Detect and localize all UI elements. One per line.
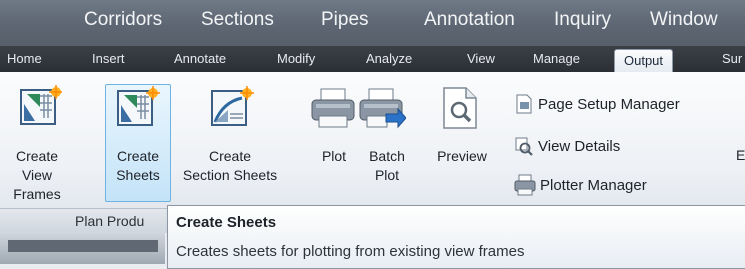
create-section-sheets-line2: Section Sheets [182, 167, 278, 183]
ribbon-tab-bar: Home Insert Annotate Modify Analyze View… [0, 46, 745, 72]
menu-sections[interactable]: Sections [201, 9, 274, 31]
drawing-area-bar [8, 240, 158, 252]
menu-bar: Corridors Sections Pipes Annotation Inqu… [0, 0, 745, 46]
page-setup-icon [514, 94, 534, 114]
plotter-manager-icon [514, 174, 536, 196]
create-view-frames-icon[interactable] [18, 84, 63, 128]
cut-off-button-label[interactable]: E [736, 147, 745, 163]
tooltip-title: Create Sheets [176, 214, 277, 231]
create-section-sheets-icon[interactable] [208, 84, 254, 130]
menu-annotation[interactable]: Annotation [424, 9, 515, 31]
create-sheets-line1: Create [116, 148, 160, 164]
create-view-frames-line1: Create View [15, 148, 59, 183]
tab-view[interactable]: View [467, 51, 495, 66]
tab-analyze[interactable]: Analyze [366, 51, 412, 66]
create-view-frames-line2: Frames [13, 186, 61, 202]
panel-label-plan-production[interactable]: Plan Produ [75, 213, 144, 229]
menu-pipes[interactable]: Pipes [321, 9, 369, 31]
tooltip: Create Sheets Creates sheets for plottin… [167, 205, 745, 269]
batch-plot-label[interactable]: Batch Plot [362, 147, 412, 185]
menu-window[interactable]: Window [650, 9, 718, 31]
create-sheets-icon [114, 84, 160, 130]
create-view-frames-label[interactable]: Create View Frames [0, 147, 74, 204]
tab-modify[interactable]: Modify [277, 51, 315, 66]
batch-plot-icon[interactable] [358, 86, 407, 130]
view-details-button[interactable]: View Details [538, 138, 620, 155]
plotter-manager-button[interactable]: Plotter Manager [540, 177, 647, 194]
batch-plot-line2: Plot [374, 167, 400, 183]
batch-plot-line1: Batch [369, 148, 405, 164]
plot-label[interactable]: Plot [312, 147, 356, 166]
tab-insert[interactable]: Insert [92, 51, 125, 66]
preview-icon[interactable] [440, 86, 480, 130]
create-section-sheets-label[interactable]: Create Section Sheets [172, 147, 288, 185]
printer-icon[interactable] [310, 86, 356, 130]
tab-survey[interactable]: Sur [722, 51, 742, 66]
tab-home[interactable]: Home [7, 51, 42, 66]
tab-manage[interactable]: Manage [533, 51, 580, 66]
tab-annotate[interactable]: Annotate [174, 51, 226, 66]
bottom-left-panel [0, 232, 165, 264]
view-details-icon [514, 136, 534, 156]
tooltip-description: Creates sheets for plotting from existin… [176, 243, 525, 260]
menu-corridors[interactable]: Corridors [84, 9, 162, 31]
page-setup-manager-button[interactable]: Page Setup Manager [538, 96, 680, 113]
create-sheets-label: Create Sheets [105, 147, 171, 185]
tab-output[interactable]: Output [614, 49, 674, 72]
menu-inquiry[interactable]: Inquiry [554, 9, 611, 31]
create-section-sheets-line1: Create [208, 148, 252, 164]
preview-label[interactable]: Preview [432, 147, 492, 166]
create-sheets-line2: Sheets [116, 167, 160, 183]
